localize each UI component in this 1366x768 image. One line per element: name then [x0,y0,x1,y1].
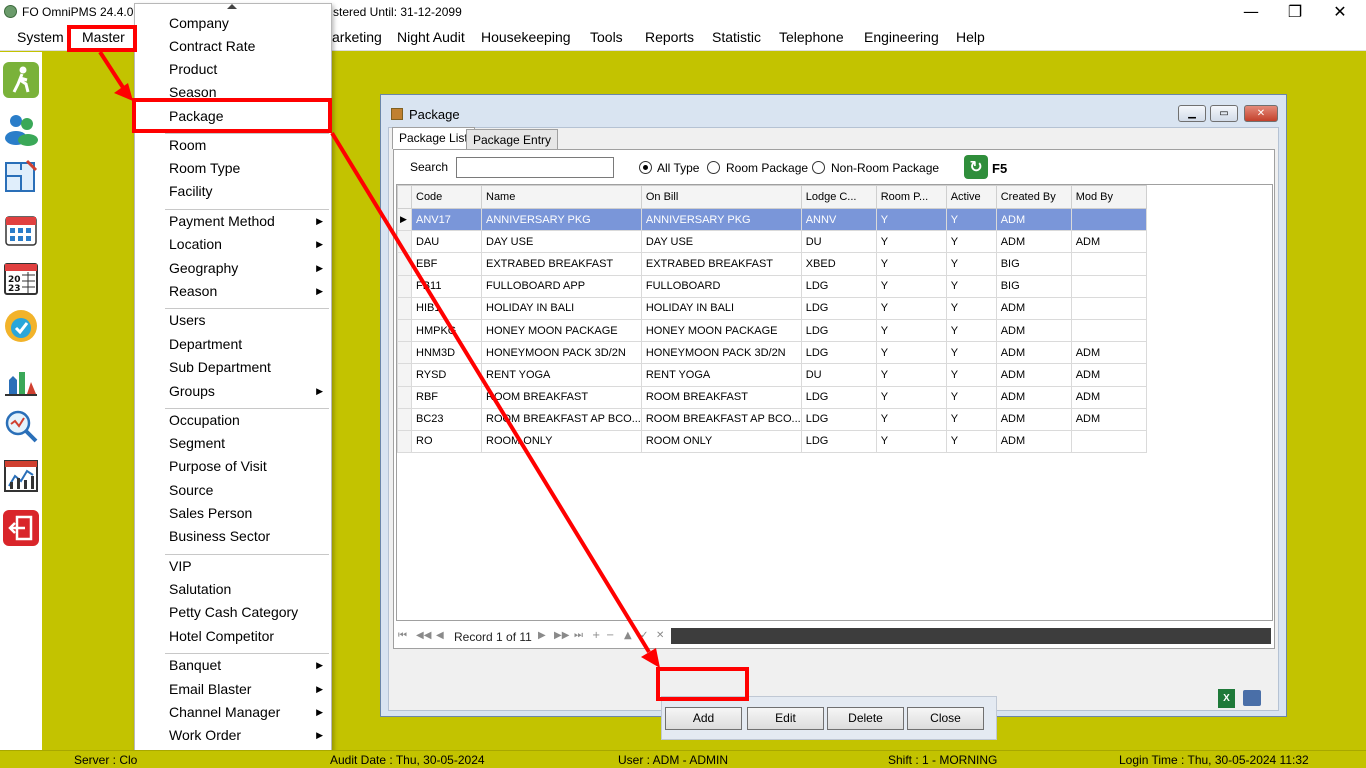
arrow-master-to-package [98,50,126,91]
arrow-package-to-add [330,131,651,654]
annotation-arrows [98,50,660,668]
